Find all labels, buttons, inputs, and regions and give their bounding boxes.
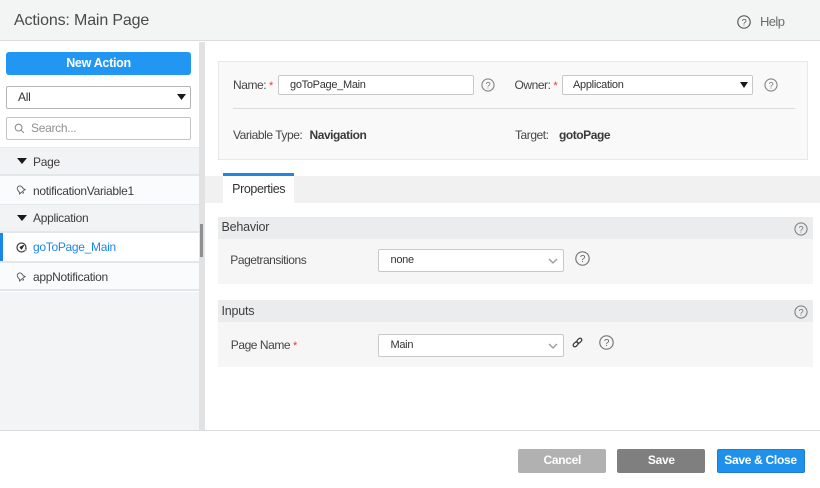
svg-text:?: ? [798,224,803,234]
svg-text:?: ? [798,307,803,317]
svg-text:?: ? [603,338,609,349]
svg-text:?: ? [486,80,491,90]
svg-text:?: ? [742,17,747,28]
svg-text:?: ? [768,80,773,90]
svg-text:?: ? [580,254,586,265]
